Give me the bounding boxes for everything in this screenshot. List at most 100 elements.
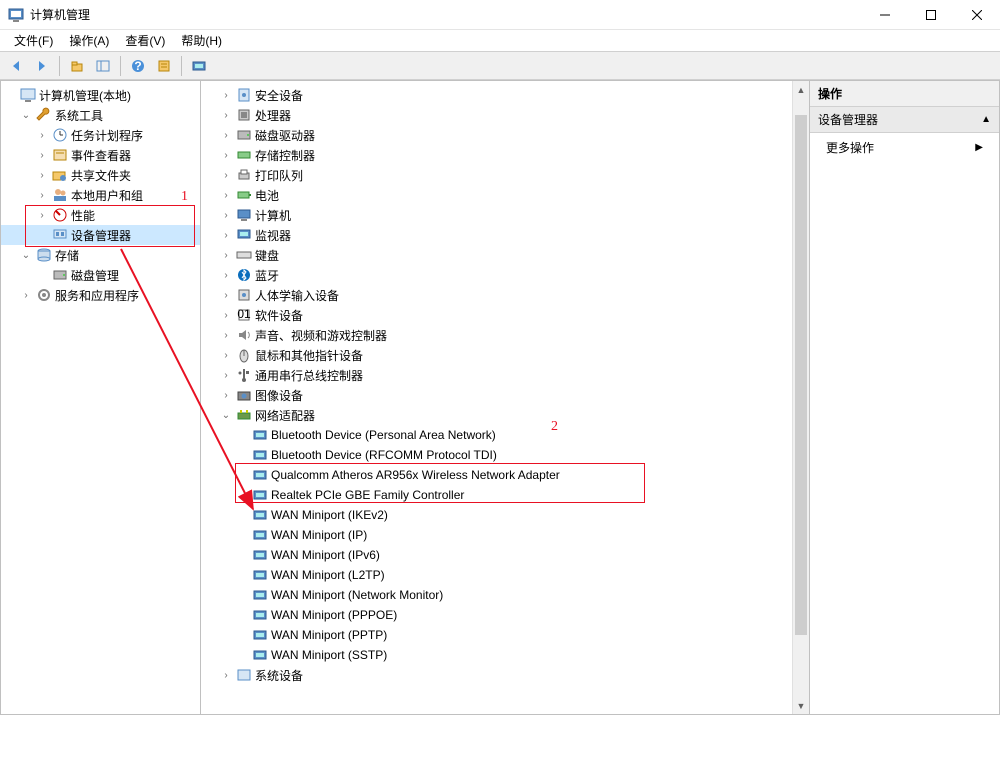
more-actions-item[interactable]: 更多操作 ▶ [810, 133, 999, 162]
performance-icon [52, 207, 68, 223]
network-adapter-item[interactable]: ›Bluetooth Device (RFCOMM Protocol TDI) [201, 445, 792, 465]
category-computer[interactable]: ›计算机 [201, 205, 792, 225]
device-tree[interactable]: ›安全设备›处理器›磁盘驱动器›存储控制器›打印队列›电池›计算机›监视器›键盘… [201, 81, 792, 714]
mice-icon [236, 347, 252, 363]
up-level-button[interactable] [65, 54, 89, 78]
toolbar: ? [0, 52, 1000, 80]
console-tree[interactable]: ▶ 计算机管理(本地) ⌄ 系统工具 › 任务计划程序 › 事件查看器 › 共享… [1, 81, 201, 714]
network-adapter-item[interactable]: ›WAN Miniport (PPTP) [201, 625, 792, 645]
computer-mgmt-icon [20, 87, 36, 103]
tree-device-manager[interactable]: › 设备管理器 [1, 225, 200, 245]
event-icon [52, 147, 68, 163]
maximize-button[interactable] [908, 0, 954, 30]
window-title: 计算机管理 [30, 6, 862, 23]
category-network_adapters[interactable]: ⌄网络适配器 [201, 405, 792, 425]
tree-disk-mgmt[interactable]: › 磁盘管理 [1, 265, 200, 285]
actions-subheader[interactable]: 设备管理器 ▲ [810, 107, 999, 133]
category-imaging[interactable]: ›图像设备 [201, 385, 792, 405]
close-button[interactable] [954, 0, 1000, 30]
network-adapter-icon [252, 427, 268, 443]
category-sound[interactable]: ›声音、视频和游戏控制器 [201, 325, 792, 345]
network-adapter-icon [252, 467, 268, 483]
category-monitors[interactable]: ›监视器 [201, 225, 792, 245]
nav-forward-button[interactable] [30, 54, 54, 78]
tree-event-viewer[interactable]: › 事件查看器 [1, 145, 200, 165]
category-hid[interactable]: ›人体学输入设备 [201, 285, 792, 305]
network-adapter-item[interactable]: ›WAN Miniport (IPv6) [201, 545, 792, 565]
show-hide-tree-button[interactable] [91, 54, 115, 78]
folder-share-icon [52, 167, 68, 183]
usb-icon [236, 367, 252, 383]
tree-services[interactable]: › 服务和应用程序 [1, 285, 200, 305]
title-bar: 计算机管理 [0, 0, 1000, 30]
menu-action[interactable]: 操作(A) [61, 30, 117, 51]
refresh-button[interactable] [187, 54, 211, 78]
tree-local-users[interactable]: › 本地用户和组 [1, 185, 200, 205]
category-system_devices[interactable]: ›系统设备 [201, 665, 792, 685]
menu-view[interactable]: 查看(V) [117, 30, 173, 51]
network-adapter-icon [252, 487, 268, 503]
help-button[interactable]: ? [126, 54, 150, 78]
minimize-button[interactable] [862, 0, 908, 30]
category-processors[interactable]: ›处理器 [201, 105, 792, 125]
network-adapter-item[interactable]: ›WAN Miniport (SSTP) [201, 645, 792, 665]
tree-performance[interactable]: › 性能 [1, 205, 200, 225]
keyboards-icon [236, 247, 252, 263]
category-bluetooth[interactable]: ›蓝牙 [201, 265, 792, 285]
category-disk_drives[interactable]: ›磁盘驱动器 [201, 125, 792, 145]
menu-bar: 文件(F) 操作(A) 查看(V) 帮助(H) [0, 30, 1000, 52]
network-adapter-icon [252, 627, 268, 643]
network-adapter-item[interactable]: ›Qualcomm Atheros AR956x Wireless Networ… [201, 465, 792, 485]
scroll-thumb[interactable] [795, 115, 807, 635]
vertical-scrollbar[interactable]: ▲ ▼ [792, 81, 809, 714]
app-icon [8, 7, 24, 23]
network-adapter-icon [252, 607, 268, 623]
collapse-icon[interactable]: ▲ [981, 114, 991, 125]
network-adapter-icon [252, 527, 268, 543]
category-print_queues[interactable]: ›打印队列 [201, 165, 792, 185]
hid-icon [236, 287, 252, 303]
network-adapter-icon [252, 567, 268, 583]
print_queues-icon [236, 167, 252, 183]
network-adapter-item[interactable]: ›WAN Miniport (PPPOE) [201, 605, 792, 625]
scroll-down-button[interactable]: ▼ [793, 697, 809, 714]
svg-text:?: ? [134, 59, 141, 73]
network-adapter-icon [252, 507, 268, 523]
network-adapter-item[interactable]: ›WAN Miniport (IP) [201, 525, 792, 545]
network-adapter-item[interactable]: ›WAN Miniport (IKEv2) [201, 505, 792, 525]
tree-storage[interactable]: ⌄ 存储 [1, 245, 200, 265]
bluetooth-icon [236, 267, 252, 283]
menu-file[interactable]: 文件(F) [6, 30, 61, 51]
disk_drives-icon [236, 127, 252, 143]
network-adapter-item[interactable]: ›WAN Miniport (Network Monitor) [201, 585, 792, 605]
category-keyboards[interactable]: ›键盘 [201, 245, 792, 265]
security_devices-icon [236, 87, 252, 103]
tree-system-tools[interactable]: ⌄ 系统工具 [1, 105, 200, 125]
category-batteries[interactable]: ›电池 [201, 185, 792, 205]
network-adapter-item[interactable]: ›Bluetooth Device (Personal Area Network… [201, 425, 792, 445]
category-software_devices[interactable]: ›01软件设备 [201, 305, 792, 325]
system_devices-icon [236, 667, 252, 683]
properties-button[interactable] [152, 54, 176, 78]
device-mgr-icon [52, 227, 68, 243]
tree-shared-folders[interactable]: › 共享文件夹 [1, 165, 200, 185]
svg-text:01: 01 [237, 307, 251, 321]
scroll-up-button[interactable]: ▲ [793, 81, 809, 98]
network-adapter-item[interactable]: ›WAN Miniport (L2TP) [201, 565, 792, 585]
actions-header: 操作 [810, 81, 999, 107]
menu-help[interactable]: 帮助(H) [173, 30, 230, 51]
category-mice[interactable]: ›鼠标和其他指针设备 [201, 345, 792, 365]
batteries-icon [236, 187, 252, 203]
wrench-icon [36, 107, 52, 123]
category-storage_controllers[interactable]: ›存储控制器 [201, 145, 792, 165]
category-usb[interactable]: ›通用串行总线控制器 [201, 365, 792, 385]
monitors-icon [236, 227, 252, 243]
tree-root[interactable]: ▶ 计算机管理(本地) [1, 85, 200, 105]
category-security_devices[interactable]: ›安全设备 [201, 85, 792, 105]
disk-icon [52, 267, 68, 283]
network-adapter-item[interactable]: ›Realtek PCIe GBE Family Controller [201, 485, 792, 505]
device-tree-pane: ›安全设备›处理器›磁盘驱动器›存储控制器›打印队列›电池›计算机›监视器›键盘… [201, 81, 809, 714]
actions-pane: 操作 设备管理器 ▲ 更多操作 ▶ [809, 81, 999, 714]
tree-task-scheduler[interactable]: › 任务计划程序 [1, 125, 200, 145]
nav-back-button[interactable] [4, 54, 28, 78]
